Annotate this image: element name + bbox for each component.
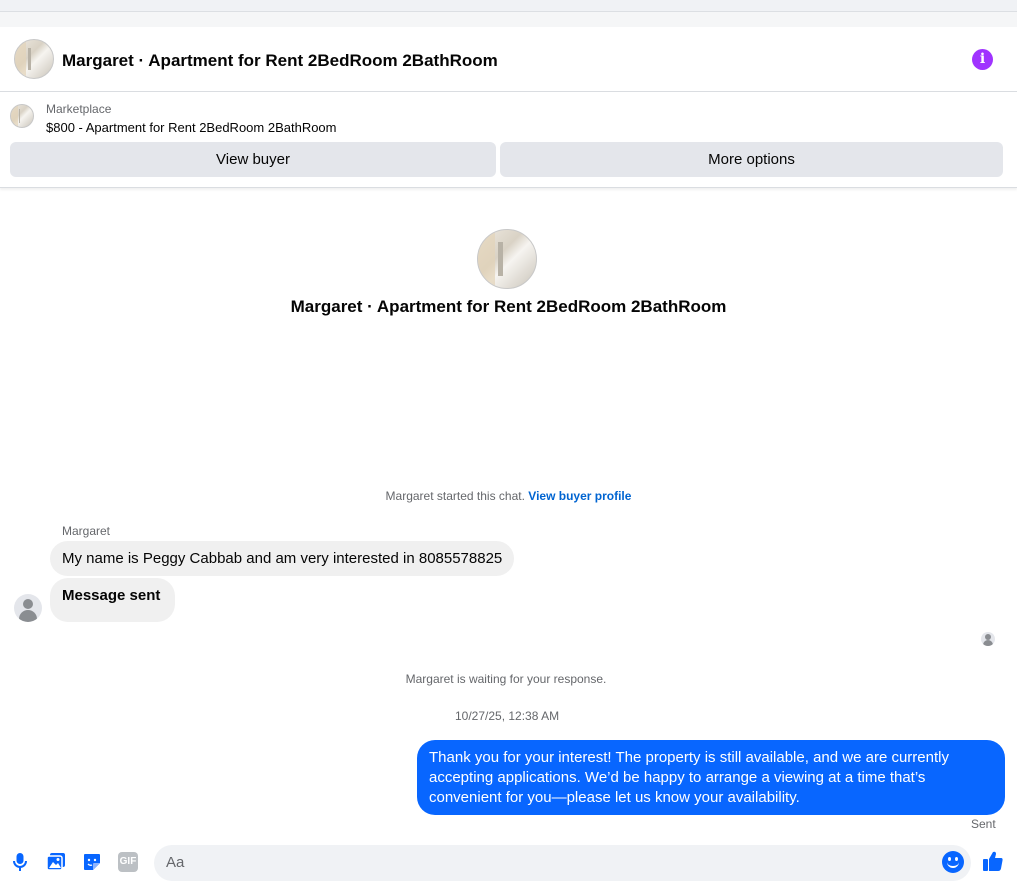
listing-thumbnail[interactable] [10, 104, 34, 128]
more-options-button[interactable]: More options [500, 142, 1003, 177]
gap-strip [0, 12, 1017, 27]
sender-avatar[interactable] [14, 594, 42, 622]
outgoing-message[interactable]: Thank you for your interest! The propert… [417, 740, 1005, 815]
chat-started-notice: Margaret started this chat. View buyer p… [0, 489, 1017, 503]
sent-status: Sent [971, 817, 996, 831]
top-strip [0, 0, 1017, 12]
waiting-notice: Margaret is waiting for your response. [405, 672, 607, 686]
listing-avatar[interactable] [14, 39, 54, 79]
marketplace-label: Marketplace [46, 102, 112, 116]
marketplace-bar: Marketplace $800 - Apartment for Rent 2B… [0, 92, 1017, 188]
incoming-message[interactable]: My name is Peggy Cabbab and am very inte… [50, 541, 515, 576]
message-timestamp: 10/27/25, 12:38 AM [455, 709, 560, 723]
photo-icon[interactable] [46, 852, 66, 872]
emoji-icon[interactable] [942, 851, 964, 873]
chat-started-text: Margaret started this chat. [385, 489, 525, 503]
read-receipt-avatar [981, 632, 995, 646]
composer: GIF Aa [0, 838, 1017, 884]
sticker-icon[interactable] [82, 852, 102, 872]
intro-title: Margaret · Apartment for Rent 2BedRoom 2… [290, 297, 727, 316]
intro-avatar [477, 229, 537, 289]
microphone-icon[interactable] [10, 852, 30, 872]
message-input[interactable]: Aa [154, 845, 971, 881]
listing-title[interactable]: $800 - Apartment for Rent 2BedRoom 2Bath… [46, 120, 337, 135]
like-icon[interactable] [982, 850, 1004, 872]
conversation-title[interactable]: Margaret · Apartment for Rent 2BedRoom 2… [62, 51, 498, 71]
person-icon [23, 599, 33, 609]
conversation-header: Margaret · Apartment for Rent 2BedRoom 2… [0, 27, 1017, 92]
info-icon[interactable]: i [972, 49, 993, 70]
incoming-message[interactable]: Message sent [50, 578, 176, 622]
view-buyer-profile-link[interactable]: View buyer profile [528, 489, 631, 503]
sender-name: Margaret [62, 524, 111, 538]
view-buyer-button[interactable]: View buyer [10, 142, 496, 177]
gif-icon[interactable]: GIF [118, 852, 138, 872]
